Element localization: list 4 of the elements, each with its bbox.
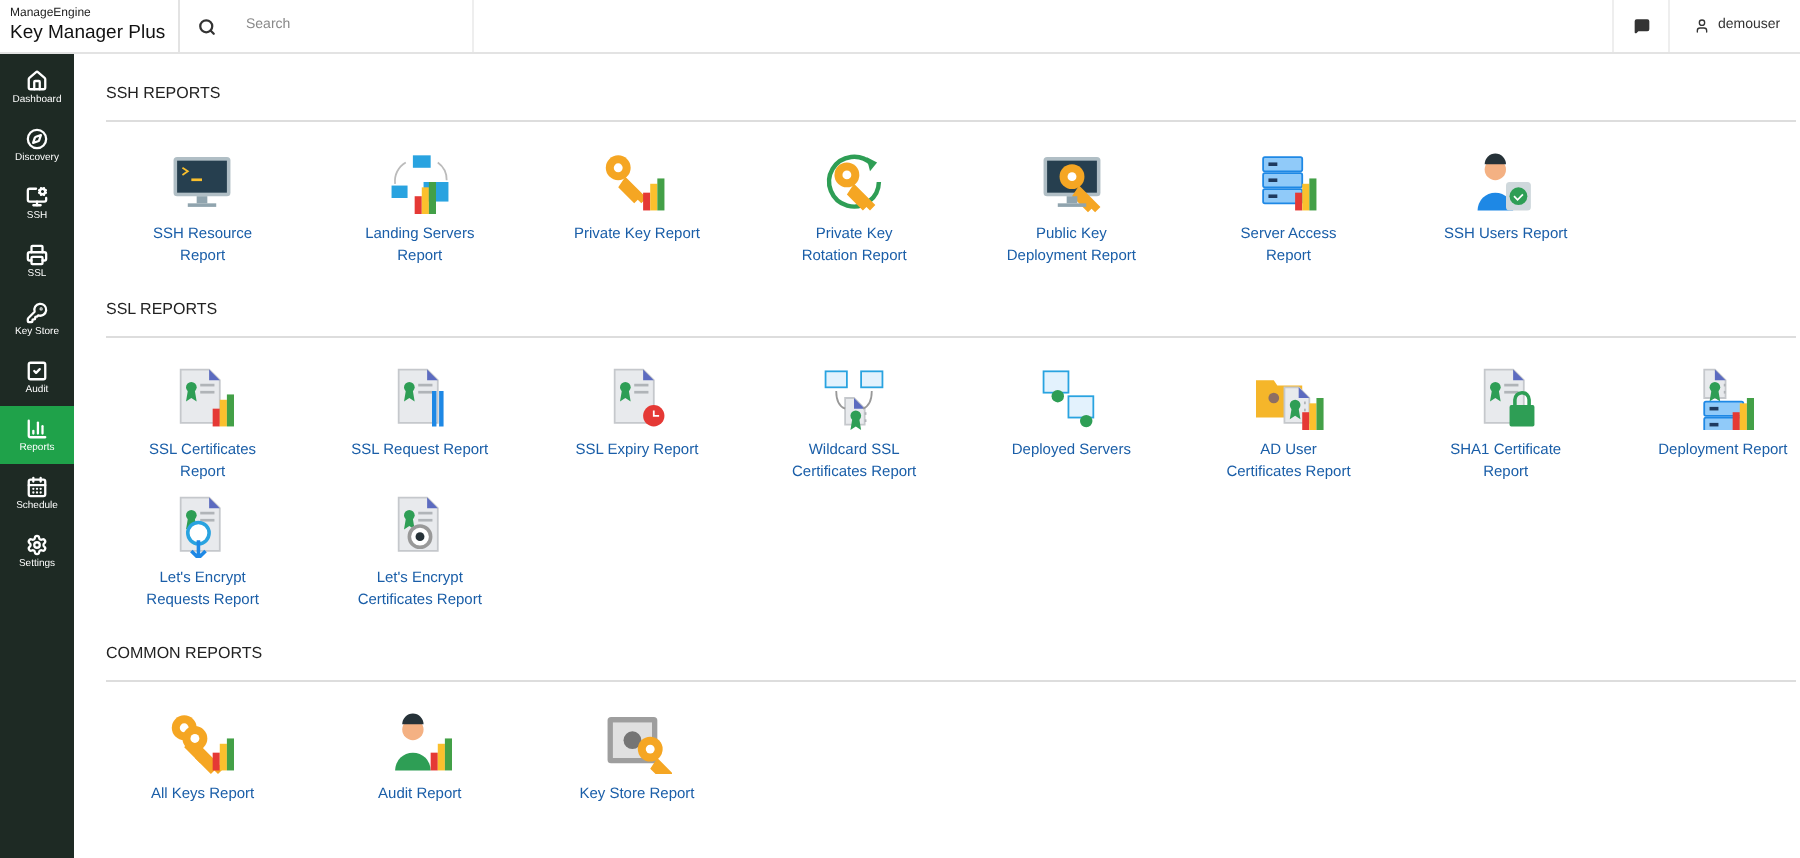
section-title: COMMON REPORTS — [106, 642, 265, 666]
section-title: SSH REPORTS — [106, 82, 223, 106]
section-title: SSL REPORTS — [106, 298, 220, 322]
product-name: Key Manager Plus — [10, 22, 168, 44]
